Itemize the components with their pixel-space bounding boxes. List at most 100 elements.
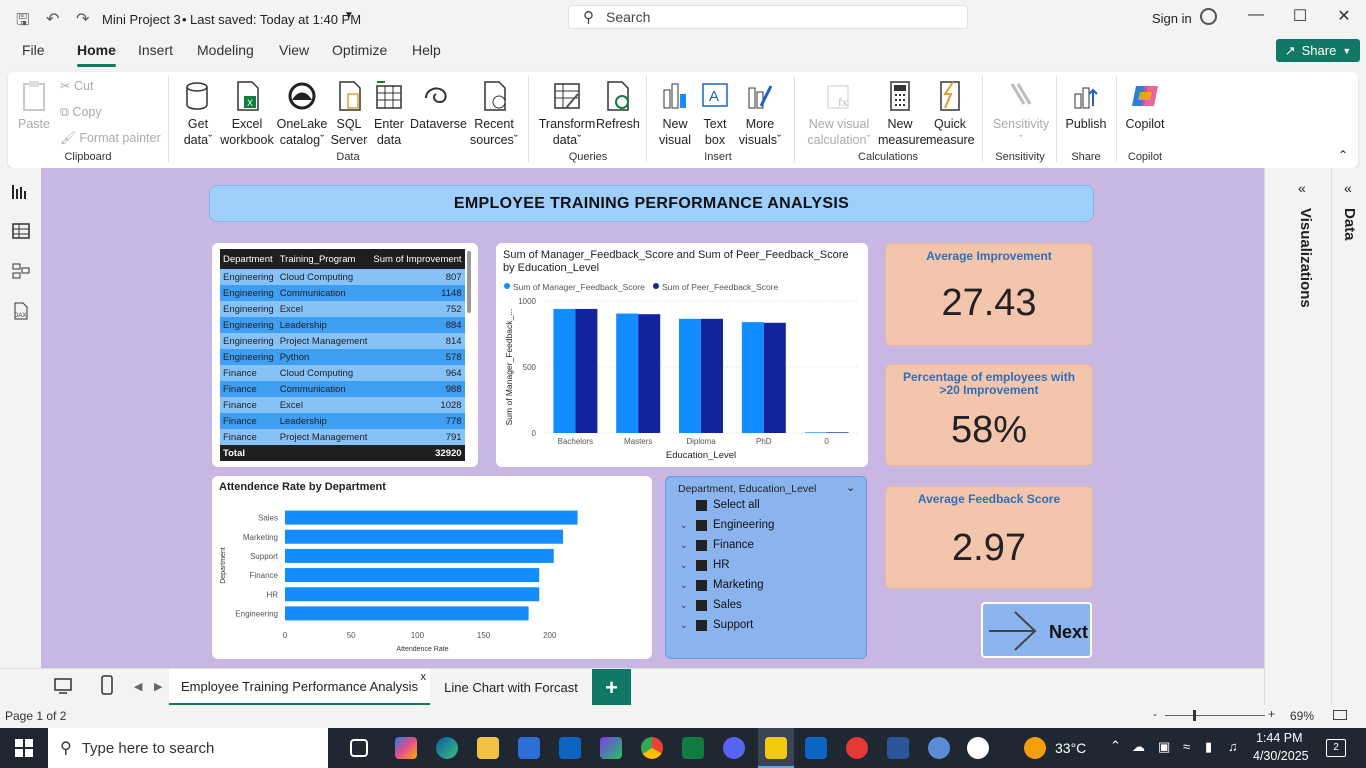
table-row[interactable]: Engineering Cloud Computing 807 [220, 269, 465, 285]
expand-icon[interactable]: ⌄ [680, 600, 690, 611]
table-row[interactable]: Finance Excel 1028 [220, 397, 465, 413]
bar[interactable] [701, 318, 723, 433]
redo-icon[interactable]: ↷ [76, 9, 89, 29]
bar[interactable] [285, 568, 540, 583]
taskbar-search-input[interactable]: ⚲ Type here to search [48, 728, 328, 768]
table-view-icon[interactable] [11, 222, 31, 240]
network-icon[interactable]: ☁ [1132, 739, 1145, 755]
legend-label[interactable]: Sum of Manager_Feedback_Score [513, 282, 645, 292]
zoom-in-icon[interactable]: + [1268, 707, 1275, 721]
expand-icon[interactable]: ⌄ [680, 620, 690, 631]
recent-sources-button[interactable]: Recent sourcesˇ [468, 80, 520, 148]
table-row[interactable]: Engineering Excel 752 [220, 301, 465, 317]
data-pane-tab[interactable]: Data [1341, 208, 1358, 241]
copy-button[interactable]: ⧉ Copy [60, 104, 102, 120]
windows-start-icon[interactable] [15, 739, 33, 757]
new-visual-button[interactable]: New visual [656, 80, 694, 148]
edge-icon[interactable] [436, 737, 458, 759]
kpi-card-average-improvement[interactable]: Average Improvement 27.43 [885, 243, 1093, 346]
slicer-item[interactable]: ⌄ Engineering [680, 519, 774, 531]
maximize-icon[interactable]: ☐ [1280, 6, 1320, 30]
chrome-icon[interactable] [641, 737, 663, 759]
menu-view[interactable]: View [279, 42, 309, 58]
weather-icon[interactable] [1024, 737, 1046, 759]
bar[interactable] [826, 432, 849, 433]
slicer-item[interactable]: ⌄ Finance [680, 539, 754, 551]
close-tab-icon[interactable]: x [421, 671, 427, 683]
battery-icon[interactable]: ▮ [1205, 739, 1212, 755]
copilot-button[interactable]: Copilot [1124, 80, 1166, 132]
linkedin-icon[interactable] [805, 737, 827, 759]
m365-icon[interactable] [600, 737, 622, 759]
quick-measure-button[interactable]: Quick measure [926, 80, 975, 148]
new-measure-button[interactable]: New measure [878, 80, 927, 148]
fit-to-page-icon[interactable] [1333, 710, 1347, 720]
bar[interactable] [285, 529, 564, 544]
slicer-item[interactable]: Select all [680, 499, 760, 511]
next-page-button[interactable]: Next [981, 602, 1092, 658]
zoom-slider[interactable] [1165, 715, 1265, 716]
checkbox[interactable] [696, 559, 707, 571]
share-button[interactable]: ↗ Share ▼ [1276, 39, 1360, 62]
menu-optimize[interactable]: Optimize [332, 42, 387, 58]
text-box-button[interactable]: A Text box [698, 80, 732, 148]
kpi-card-average-feedback[interactable]: Average Feedback Score 2.97 [885, 486, 1093, 589]
collapse-ribbon-icon[interactable]: ⌃ [1338, 148, 1348, 162]
next-page-icon[interactable]: ▶ [154, 680, 162, 693]
tab-employee-training[interactable]: Employee Training Performance Analysis x [169, 669, 430, 706]
report-view-icon[interactable] [11, 182, 31, 200]
previous-page-icon[interactable]: ◀ [134, 680, 142, 693]
checkbox[interactable] [696, 499, 707, 511]
camera-icon[interactable]: ▣ [1158, 739, 1170, 755]
bar[interactable] [285, 587, 540, 602]
chevron-down-icon[interactable]: ▼ [344, 10, 354, 21]
table-row[interactable]: Finance Project Management 791 [220, 429, 465, 445]
column-header[interactable]: Training_Program [276, 249, 371, 269]
transform-data-button[interactable]: Transform dataˇ [538, 80, 596, 148]
temperature[interactable]: 33°C [1055, 740, 1086, 756]
discord-icon[interactable] [723, 737, 745, 759]
publish-button[interactable]: Publish [1064, 80, 1108, 132]
wps-icon[interactable] [846, 737, 868, 759]
bar[interactable] [553, 308, 576, 433]
checkbox[interactable] [696, 579, 707, 591]
table-row[interactable]: Engineering Communication 1148 [220, 285, 465, 301]
search-input[interactable]: ⚲ Search [568, 5, 968, 29]
zoom-slider-thumb[interactable] [1193, 710, 1196, 721]
user-avatar-icon[interactable] [1200, 8, 1217, 25]
menu-insert[interactable]: Insert [138, 42, 173, 58]
format-painter-button[interactable]: 🖌 Format painter [60, 130, 161, 146]
more-visuals-button[interactable]: More visualsˇ [736, 80, 784, 148]
slicer-item[interactable]: ⌄ HR [680, 559, 730, 571]
expand-icon[interactable]: ⌄ [680, 540, 690, 551]
bar[interactable] [285, 548, 554, 563]
copilot-taskbar-icon[interactable] [395, 737, 417, 759]
cut-button[interactable]: ✂ Cut [60, 78, 93, 94]
column-header[interactable]: Sum of Improvement [370, 249, 465, 269]
visualizations-pane-tab[interactable]: Visualizations [1297, 208, 1314, 308]
onelake-catalog-button[interactable]: OneLake catalogˇ [276, 80, 328, 148]
minimize-icon[interactable]: — [1236, 6, 1276, 30]
expand-icon[interactable]: ⌄ [680, 580, 690, 591]
table-row[interactable]: Finance Communication 988 [220, 381, 465, 397]
bar[interactable] [285, 606, 529, 621]
slicer-item[interactable]: ⌄ Sales [680, 599, 742, 611]
bar[interactable] [285, 510, 578, 525]
scrollbar[interactable] [467, 251, 471, 313]
dataverse-button[interactable]: Dataverse [410, 80, 467, 132]
volume-icon[interactable]: ♫ [1228, 739, 1238, 754]
desktop-layout-icon[interactable] [54, 677, 72, 695]
attendance-chart-visual[interactable]: Attendence Rate by Department 0 50 100 150 20… [212, 476, 652, 659]
bar[interactable] [741, 322, 764, 433]
collapse-visualizations-icon[interactable]: « [1298, 180, 1306, 196]
paste-button[interactable]: Paste [18, 80, 50, 132]
bar[interactable] [616, 313, 639, 433]
slicer-item[interactable]: ⌄ Marketing [680, 579, 764, 591]
word-icon[interactable] [887, 737, 909, 759]
table-row[interactable]: Engineering Leadership 884 [220, 317, 465, 333]
table-row[interactable]: Finance Leadership 778 [220, 413, 465, 429]
task-view-icon[interactable] [350, 739, 368, 757]
sign-in-link[interactable]: Sign in [1152, 11, 1192, 26]
app-icon[interactable] [928, 737, 950, 759]
checkbox[interactable] [696, 619, 707, 631]
